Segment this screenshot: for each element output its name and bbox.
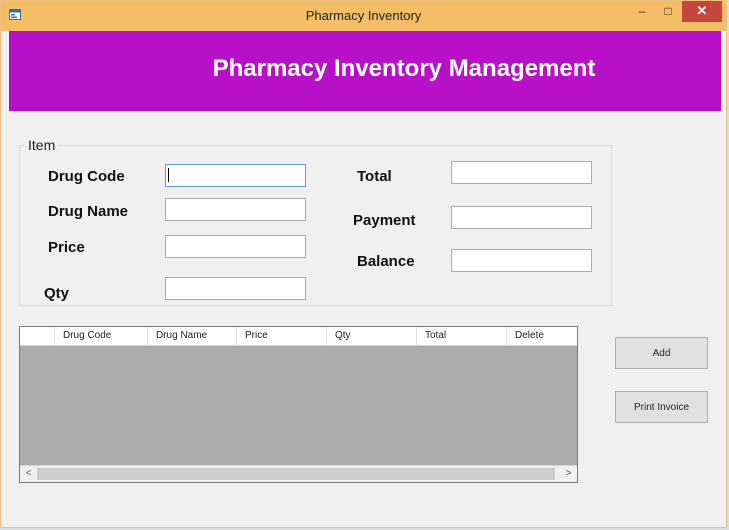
drug-code-label: Drug Code [48,168,125,185]
drug-name-label: Drug Name [48,203,129,220]
grid-header-row: Drug Code Drug Name Price Qty Total Dele… [20,327,577,346]
text-caret [168,168,169,182]
column-header-delete[interactable]: Delete [507,327,577,345]
app-window: Pharmacy Inventory – □ ✕ Pharmacy Invent… [0,0,727,528]
scrollbar-thumb[interactable] [37,468,555,480]
banner-title: Pharmacy Inventory Management [212,55,596,82]
payment-label: Payment [353,212,416,229]
maximize-button[interactable]: □ [655,1,681,22]
payment-input[interactable] [451,206,592,229]
add-button[interactable]: Add [615,337,708,369]
balance-input[interactable] [451,249,592,272]
column-header-price[interactable]: Price [237,327,327,345]
qty-label: Qty [44,285,70,302]
print-invoice-button[interactable]: Print Invoice [615,391,708,423]
price-input[interactable] [165,235,306,258]
column-header-qty[interactable]: Qty [327,327,417,345]
item-group-label: Item [25,137,59,153]
total-input[interactable] [451,161,592,184]
window-title: Pharmacy Inventory [305,8,422,23]
title-bar[interactable]: Pharmacy Inventory – □ ✕ [1,1,726,31]
price-label: Price [48,239,85,256]
items-datagrid[interactable]: Drug Code Drug Name Price Qty Total Dele… [19,326,578,483]
header-banner: Pharmacy Inventory Management [9,31,721,111]
minimize-button[interactable]: – [629,1,655,22]
column-header-drug-name[interactable]: Drug Name [148,327,237,345]
qty-input[interactable] [165,277,306,300]
column-header-total[interactable]: Total [417,327,507,345]
drug-name-input[interactable] [165,198,306,221]
drug-code-input[interactable] [165,164,306,187]
balance-label: Balance [357,253,415,270]
close-button[interactable]: ✕ [682,1,722,22]
row-header-corner [20,327,55,345]
column-header-drug-code[interactable]: Drug Code [55,327,148,345]
scroll-right-icon[interactable]: > [560,466,577,482]
horizontal-scrollbar[interactable]: < > [20,465,577,482]
scroll-left-icon[interactable]: < [20,466,37,482]
total-label: Total [357,168,392,185]
